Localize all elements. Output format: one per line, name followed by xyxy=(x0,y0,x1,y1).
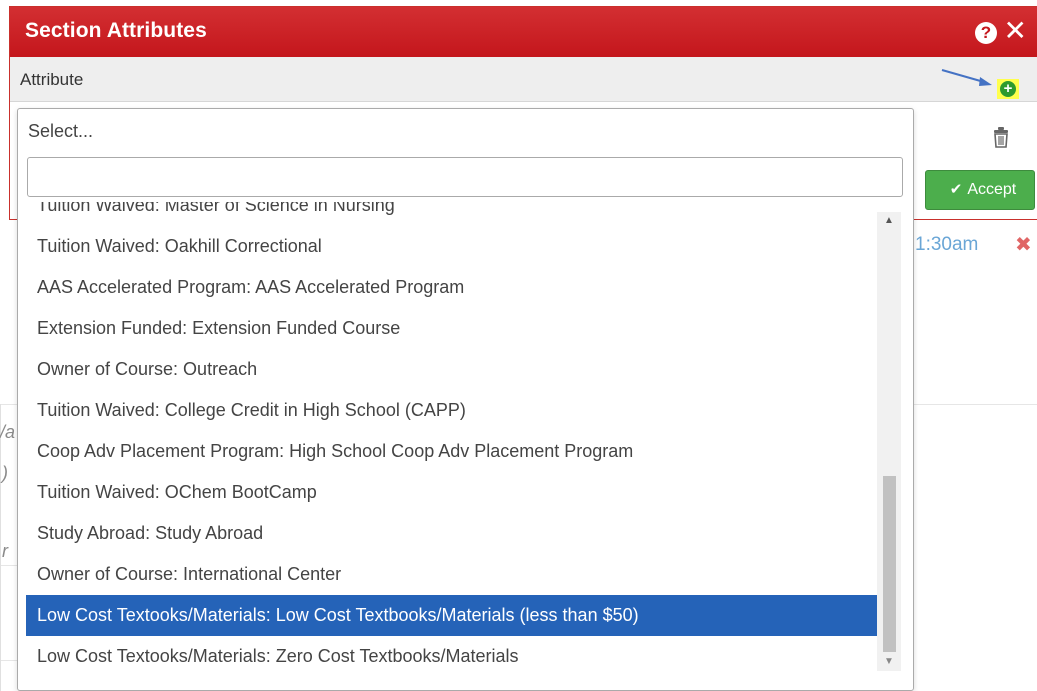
accept-label: Accept xyxy=(967,181,1017,198)
accept-button[interactable]: ✔ Accept xyxy=(925,170,1035,210)
background-text-fragment: r xyxy=(2,541,8,561)
dropdown-option[interactable]: Low Cost Textooks/Materials: Zero Cost T… xyxy=(26,636,878,677)
dropdown-scrollbar[interactable]: ▲ ▼ xyxy=(877,212,901,671)
dropdown-option[interactable]: Owner of Course: Outreach xyxy=(26,349,878,390)
dropdown-search-input[interactable] xyxy=(27,157,903,197)
delete-row-icon[interactable]: ✖ xyxy=(1015,232,1032,257)
dropdown-option[interactable]: Coop Adv Placement Program: High School … xyxy=(26,431,878,472)
dropdown-option[interactable]: Owner of Course: International Center xyxy=(26,554,878,595)
modal-title: Section Attributes xyxy=(25,19,207,42)
scroll-up-icon[interactable]: ▲ xyxy=(877,212,901,230)
dropdown-option[interactable]: Extension Funded: Extension Funded Cours… xyxy=(26,308,878,349)
attribute-select-dropdown[interactable]: Select... Tuition Waived: Master of Scie… xyxy=(17,108,914,691)
background-text-fragment: ) xyxy=(2,463,8,483)
trash-icon[interactable] xyxy=(992,126,1010,148)
background-divider xyxy=(0,660,17,661)
modal-header: Section Attributes ? ✕ xyxy=(10,7,1037,57)
attribute-label: Attribute xyxy=(20,70,84,89)
dropdown-option[interactable]: Tuition Waived: Master of Science in Nur… xyxy=(26,202,878,226)
select-display[interactable]: Select... xyxy=(28,121,93,142)
background-divider xyxy=(914,404,1037,405)
dropdown-option[interactable]: Tuition Waived: College Credit in High S… xyxy=(26,390,878,431)
scrollbar-thumb[interactable] xyxy=(883,476,896,652)
background-divider xyxy=(0,565,17,566)
add-attribute-button[interactable]: + xyxy=(997,79,1019,99)
scroll-down-icon[interactable]: ▼ xyxy=(877,653,901,671)
dropdown-option[interactable]: AAS Accelerated Program: AAS Accelerated… xyxy=(26,267,878,308)
attribute-column-header: Attribute + xyxy=(10,57,1037,102)
dropdown-option[interactable]: Tuition Waived: Oakhill Correctional xyxy=(26,226,878,267)
dropdown-option[interactable]: Tuition Waived: OChem BootCamp xyxy=(26,472,878,513)
dropdown-option-highlighted[interactable]: Low Cost Textooks/Materials: Low Cost Te… xyxy=(26,595,878,636)
add-icon: + xyxy=(1000,81,1016,97)
schedule-time-text: 1:30am xyxy=(915,234,979,255)
background-divider xyxy=(0,404,17,405)
dropdown-options-list: Tuition Waived: Master of Science in Nur… xyxy=(26,202,878,681)
background-text-fragment: /a xyxy=(0,422,16,442)
background-divider xyxy=(0,404,1,691)
dropdown-option[interactable]: Study Abroad: Study Abroad xyxy=(26,513,878,554)
help-icon[interactable]: ? xyxy=(975,22,997,44)
close-icon[interactable]: ✕ xyxy=(1004,16,1027,46)
check-icon: ✔ xyxy=(949,181,963,198)
arrow-annotation-icon xyxy=(941,69,992,86)
